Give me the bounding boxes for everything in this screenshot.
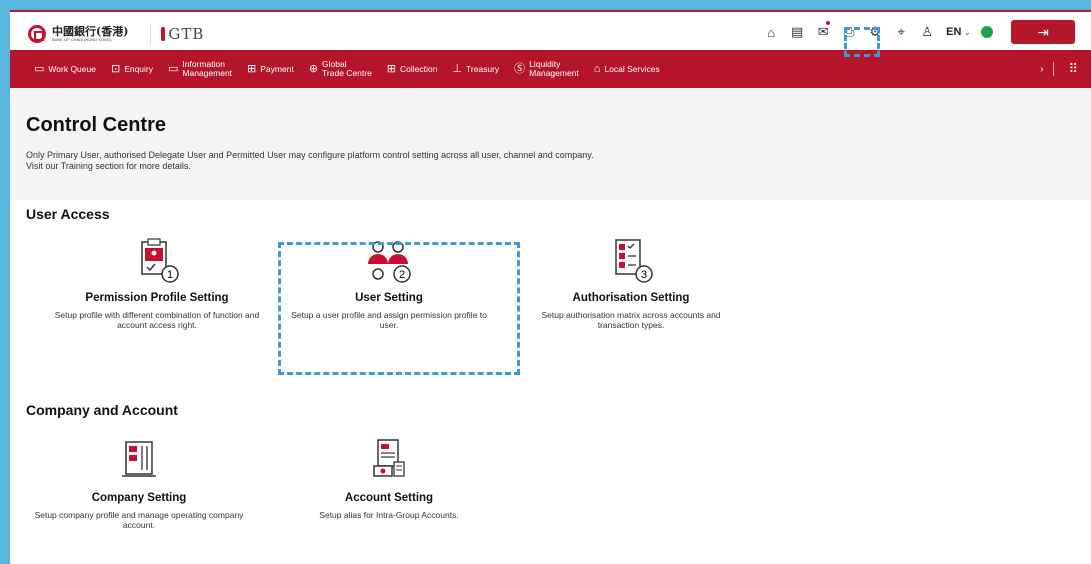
- briefcase-icon: ▭: [34, 62, 45, 75]
- chevron-down-icon[interactable]: ⌄: [963, 27, 971, 38]
- page-description: Only Primary User, authorised Delegate U…: [26, 150, 594, 171]
- treasury-icon: ⊥: [452, 62, 462, 75]
- main-content: User Access 1 Permission Profile Setting…: [10, 200, 1091, 564]
- card-title: Authorisation Setting: [572, 292, 690, 304]
- nav-work-queue[interactable]: ▭ Work Queue: [34, 62, 96, 75]
- logout-icon: ⇥: [1037, 24, 1049, 40]
- nav-payment[interactable]: ⊞ Payment: [247, 62, 294, 75]
- permission-profile-icon: 1: [132, 238, 182, 284]
- card-description: Setup alias for Intra-Group Accounts.: [319, 510, 459, 520]
- globe-icon: ⊕: [308, 62, 319, 75]
- toolbar-icons: ⌂ ▤ ✉ ⎙ ⚙ ⌖ ♙ EN ⌄ ⇥: [758, 12, 1091, 52]
- nav-global-trade-centre[interactable]: ⊕ Global Trade Centre: [309, 60, 372, 78]
- section-title-company-account: Company and Account: [26, 402, 178, 418]
- nav-treasury[interactable]: ⊥ Treasury: [452, 62, 499, 75]
- language-selector[interactable]: EN: [946, 26, 961, 38]
- page-title: Control Centre: [26, 114, 166, 136]
- bank-logo[interactable]: 中國銀行(香港) BANK OF CHINA (HONG KONG) GTB: [28, 23, 204, 45]
- account-document-icon: [364, 438, 414, 484]
- bank-name-cn: 中國銀行(香港): [52, 25, 129, 38]
- page-header: Control Centre Only Primary User, author…: [10, 88, 1091, 188]
- section-title-user-access: User Access: [26, 206, 110, 222]
- user-icon[interactable]: ♙: [914, 24, 940, 40]
- card-authorisation-setting[interactable]: 3 Authorisation Setting Setup authorisat…: [516, 238, 746, 330]
- nav-collection[interactable]: ⊞ Collection: [386, 62, 438, 75]
- app-frame: 中國銀行(香港) BANK OF CHINA (HONG KONG) GTB ⌂…: [10, 10, 1091, 564]
- dollar-icon: Ⓢ: [514, 62, 526, 75]
- payment-icon: ⊞: [247, 62, 257, 75]
- company-building-icon: [114, 438, 164, 484]
- card-title: Company Setting: [91, 492, 187, 504]
- search-doc-icon: ⊡: [110, 62, 121, 75]
- authorisation-checklist-icon: 3: [606, 238, 656, 284]
- main-nav: ▭ Work Queue ⊡ Enquiry ▭ Information Manage…: [10, 50, 1091, 88]
- folder-icon: ▭: [168, 62, 179, 75]
- mail-icon[interactable]: ✉: [810, 21, 836, 40]
- chevron-right-icon[interactable]: ›: [1040, 64, 1043, 75]
- boc-logo-icon: [28, 25, 46, 43]
- left-border: [0, 0, 10, 564]
- gear-highlight-box: [844, 27, 880, 57]
- card-company-setting[interactable]: Company Setting Setup company profile an…: [24, 438, 254, 530]
- logout-button[interactable]: ⇥: [1011, 20, 1075, 44]
- top-bar: 中國銀行(香港) BANK OF CHINA (HONG KONG) GTB ⌂…: [10, 10, 1091, 50]
- card-description: Setup profile with different combination…: [54, 310, 260, 330]
- nav-information-management[interactable]: ▭ Information Management: [168, 60, 232, 78]
- nav-local-services[interactable]: ⌂ Local Services: [593, 62, 660, 75]
- card-permission-profile-setting[interactable]: 1 Permission Profile Setting Setup profi…: [42, 238, 272, 330]
- gtb-mark-icon: [161, 27, 166, 41]
- svg-text:1: 1: [167, 269, 173, 281]
- collection-icon: ⊞: [386, 62, 397, 75]
- svg-text:3: 3: [641, 269, 647, 281]
- location-icon[interactable]: ⌖: [888, 24, 914, 40]
- gtb-logo: GTB: [161, 25, 204, 43]
- top-border: [0, 0, 1091, 10]
- grid-menu-icon[interactable]: ⠿: [1068, 61, 1077, 77]
- card-account-setting[interactable]: Account Setting Setup alias for Intra-Gr…: [274, 438, 504, 520]
- account-setting-highlight-box: [278, 242, 520, 375]
- card-title: Permission Profile Setting: [85, 292, 229, 304]
- bank-icon: ⌂: [593, 62, 601, 75]
- newspaper-icon[interactable]: ▤: [784, 24, 810, 40]
- home-icon[interactable]: ⌂: [758, 25, 784, 40]
- nav-liquidity-management[interactable]: Ⓢ Liquidity Management: [514, 60, 579, 78]
- card-title: Account Setting: [344, 492, 434, 504]
- card-description: Setup authorisation matrix across accoun…: [541, 310, 721, 330]
- nav-enquiry[interactable]: ⊡ Enquiry: [110, 62, 153, 75]
- status-indicator: [981, 26, 993, 38]
- card-description: Setup company profile and manage operati…: [34, 510, 244, 530]
